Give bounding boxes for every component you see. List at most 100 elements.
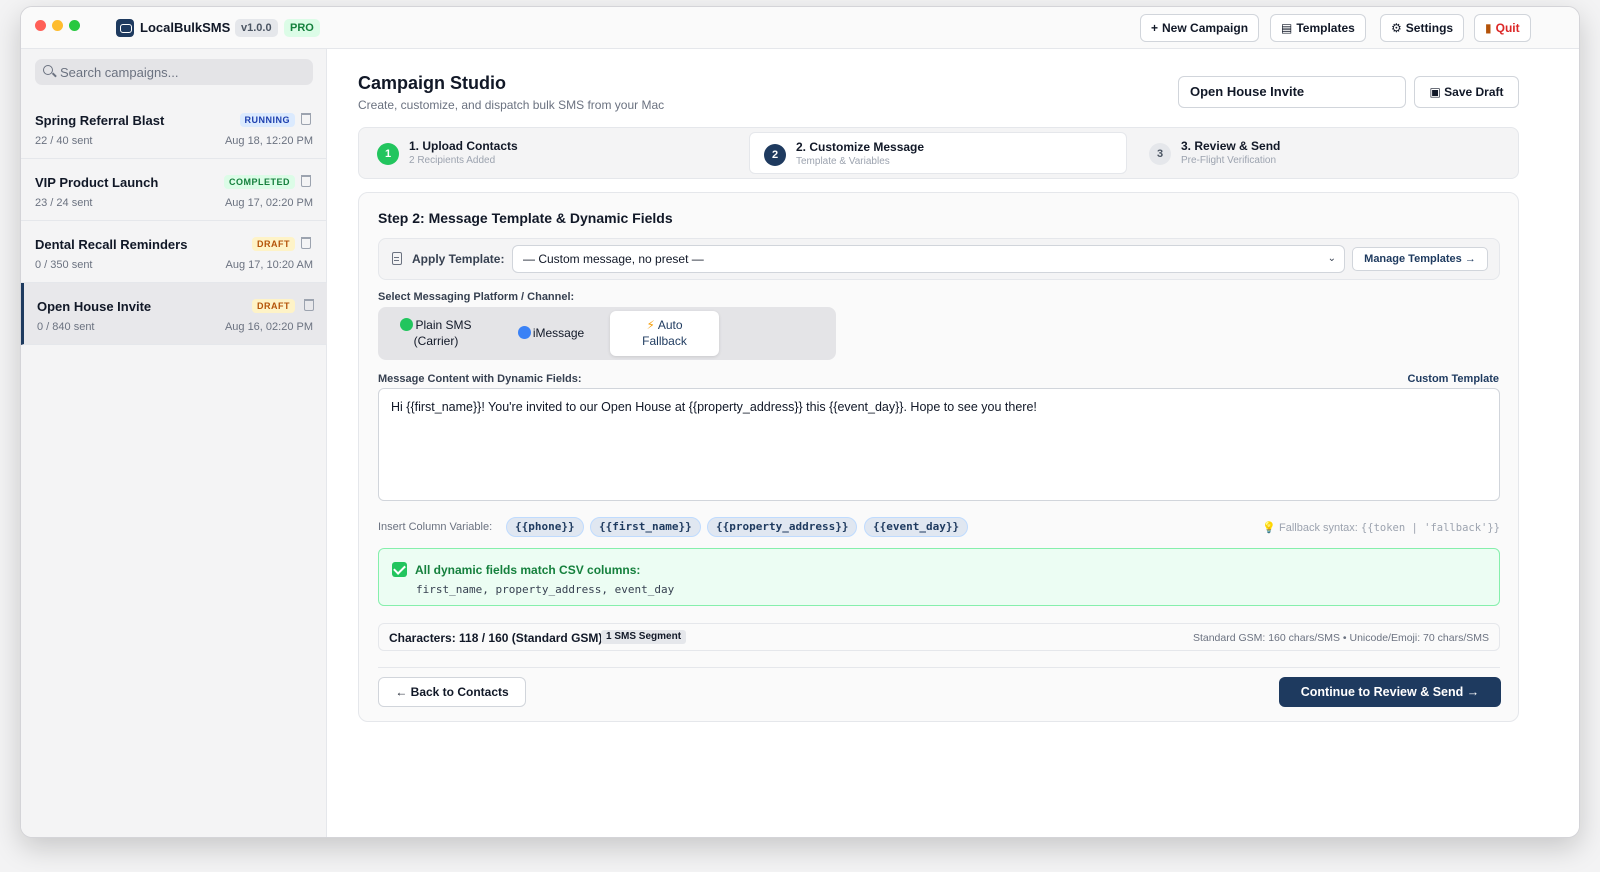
app-window: LocalBulkSMS v1.0.0 PRO + New Campaign ▤ T… <box>20 6 1580 838</box>
search-placeholder: Search campaigns... <box>60 65 179 80</box>
campaign-name-field[interactable]: Open House Invite <box>1178 76 1406 108</box>
step-progress: 1 1. Upload Contacts 2 Recipients Added … <box>358 127 1519 179</box>
step-subtitle: Template & Variables <box>796 156 890 167</box>
template-select-value: — Custom message, no preset — <box>523 252 704 266</box>
templates-button[interactable]: ▤ Templates <box>1270 14 1366 42</box>
validation-success-box: All dynamic fields match CSV columns: fi… <box>378 548 1500 606</box>
status-badge: RUNNING <box>239 113 295 127</box>
platform-plain-sms[interactable]: Plain SMS (Carrier) <box>386 311 486 356</box>
variable-chip[interactable]: {{first_name}} <box>590 517 701 537</box>
platform-selector: Plain SMS (Carrier) iMessage ⚡ Auto Fallb… <box>378 307 836 360</box>
settings-label: Settings <box>1405 21 1454 35</box>
message-content-label: Message Content with Dynamic Fields: <box>378 373 582 385</box>
variable-chip[interactable]: {{property_address}} <box>707 517 858 537</box>
version-badge: v1.0.0 <box>235 19 278 37</box>
quit-label: Quit <box>1495 21 1520 35</box>
pro-badge: PRO <box>284 19 320 37</box>
zoom-window-button[interactable] <box>69 20 80 31</box>
step-number: 3 <box>1149 143 1171 165</box>
trash-icon[interactable] <box>301 175 311 187</box>
floppy-disk-icon: ▣ <box>1429 85 1441 99</box>
step-review-send[interactable]: 3 3. Review & Send Pre-Flight Verificati… <box>1135 132 1513 174</box>
settings-button[interactable]: ⚙ Settings <box>1380 14 1465 42</box>
green-circle-icon <box>400 318 414 331</box>
step-title: 1. Upload Contacts <box>409 139 518 153</box>
gear-icon: ⚙ <box>1391 21 1402 35</box>
step-title: 3. Review & Send <box>1181 139 1281 153</box>
variable-chip[interactable]: {{event_day}} <box>864 517 969 537</box>
step-number: 2 <box>764 144 786 166</box>
step-customize-message[interactable]: 2 2. Customize Message Template & Variab… <box>749 132 1127 174</box>
campaign-date: Aug 17, 02:20 PM <box>224 197 313 209</box>
apply-template-label: Apply Template: <box>412 252 505 266</box>
validation-title: All dynamic fields match CSV columns: <box>415 563 641 577</box>
platform-label-line1: Auto <box>657 318 683 332</box>
search-icon <box>43 65 53 75</box>
campaign-date: Aug 16, 02:20 PM <box>224 321 313 333</box>
custom-template-link[interactable]: Custom Template <box>1408 373 1499 385</box>
message-editor-card: Step 2: Message Template & Dynamic Field… <box>358 192 1519 722</box>
back-to-contacts-button[interactable]: ← Back to Contacts <box>378 677 526 707</box>
notepad-icon: ▤ <box>1281 21 1293 35</box>
checkmark-icon <box>392 562 407 577</box>
variable-chip[interactable]: {{phone}} <box>506 517 584 537</box>
campaign-name: VIP Product Launch <box>35 175 159 190</box>
quit-button[interactable]: ▮ Quit <box>1474 14 1531 42</box>
campaign-sent-count: 22 / 40 sent <box>35 135 93 147</box>
close-window-button[interactable] <box>35 20 46 31</box>
lightning-icon: ⚡ <box>646 318 655 332</box>
title-bar: LocalBulkSMS v1.0.0 PRO + New Campaign ▤ T… <box>21 7 1579 49</box>
message-textarea[interactable]: Hi {{first_name}}! You're invited to our… <box>378 388 1500 501</box>
save-draft-button[interactable]: ▣ Save Draft <box>1414 76 1519 108</box>
new-campaign-button[interactable]: + New Campaign <box>1140 14 1260 42</box>
document-icon <box>392 252 402 265</box>
platform-label-line2: (Carrier) <box>413 334 459 348</box>
fallback-hint: 💡 Fallback syntax: {{token | 'fallback'}… <box>1262 521 1500 534</box>
page-title: Campaign Studio <box>358 73 506 93</box>
platform-auto-fallback[interactable]: ⚡ Auto Fallback <box>610 311 719 356</box>
platform-label-line2: Fallback <box>642 334 687 348</box>
campaign-item-active[interactable]: Open House Invite DRAFT 0 / 840 sent Aug… <box>21 283 327 345</box>
status-badge: COMPLETED <box>223 175 295 189</box>
insert-variable-label: Insert Column Variable: <box>378 521 493 533</box>
fallback-prefix: Fallback syntax: <box>1278 522 1358 534</box>
campaign-item[interactable]: VIP Product Launch COMPLETED 23 / 24 sen… <box>21 159 327 221</box>
campaign-name: Dental Recall Reminders <box>35 237 188 252</box>
sidebar: Search campaigns... Spring Referral Blas… <box>21 49 327 837</box>
campaign-sent-count: 0 / 350 sent <box>35 259 93 271</box>
template-select[interactable]: — Custom message, no preset — ⌄ <box>512 245 1345 273</box>
character-counter-bar: Characters: 118 / 160 (Standard GSM) 1 S… <box>378 623 1500 651</box>
matched-columns: first_name, property_address, event_day <box>416 583 675 596</box>
step-title: 2. Customize Message <box>796 140 925 154</box>
campaign-item[interactable]: Dental Recall Reminders DRAFT 0 / 350 se… <box>21 221 327 283</box>
continue-to-review-button[interactable]: Continue to Review & Send → <box>1279 677 1501 707</box>
search-input[interactable]: Search campaigns... <box>35 59 313 85</box>
trash-icon[interactable] <box>304 299 314 311</box>
chevron-down-icon: ⌄ <box>1327 253 1336 264</box>
fallback-syntax: {{token | 'fallback'}} <box>1360 522 1500 534</box>
step-number: 1 <box>377 143 399 165</box>
campaign-name: Open House Invite <box>37 299 152 314</box>
campaign-sent-count: 0 / 840 sent <box>37 321 95 333</box>
trash-icon[interactable] <box>301 113 311 125</box>
minimize-window-button[interactable] <box>52 20 63 31</box>
manage-templates-button[interactable]: Manage Templates → <box>1352 247 1488 271</box>
platform-label: Select Messaging Platform / Channel: <box>378 291 575 303</box>
platform-imessage[interactable]: iMessage <box>496 311 606 356</box>
segment-badge: 1 SMS Segment <box>601 630 687 644</box>
platform-label-line1: Plain SMS <box>415 318 472 332</box>
door-icon: ▮ <box>1485 21 1492 35</box>
step-subtitle: Pre-Flight Verification <box>1181 155 1277 166</box>
variable-row: Insert Column Variable: {{phone}} {{firs… <box>378 517 1500 537</box>
campaign-item[interactable]: Spring Referral Blast RUNNING 22 / 40 se… <box>21 97 327 159</box>
campaign-date: Aug 17, 10:20 AM <box>225 259 313 271</box>
plus-icon: + <box>1151 21 1159 35</box>
campaign-name: Spring Referral Blast <box>35 113 165 128</box>
platform-label-line1: iMessage <box>532 326 585 340</box>
campaign-date: Aug 18, 12:20 PM <box>224 135 313 147</box>
step-upload-contacts[interactable]: 1 1. Upload Contacts 2 Recipients Added <box>363 132 741 174</box>
divider <box>378 667 1500 668</box>
trash-icon[interactable] <box>301 237 311 249</box>
new-campaign-label: New Campaign <box>1162 21 1249 35</box>
main-panel: Campaign Studio Create, customize, and d… <box>328 49 1579 837</box>
